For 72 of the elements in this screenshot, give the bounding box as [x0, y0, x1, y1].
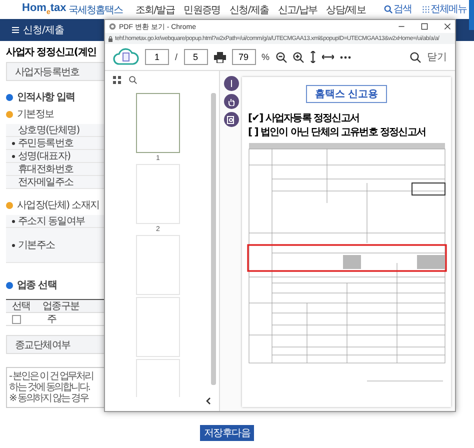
field-label: 종교단체여부	[15, 338, 70, 352]
page-zoom-icon	[227, 116, 235, 124]
menu-button[interactable]: 전체메뉴	[420, 4, 467, 14]
field-label: 주소지 동일여부	[18, 215, 85, 228]
subsection-dot-icon	[6, 202, 13, 208]
column-header: 선택	[12, 300, 30, 313]
collapse-icon[interactable]	[206, 397, 211, 405]
subsection-dot-icon	[6, 110, 13, 118]
field-label: 휴대전화번호	[18, 163, 74, 176]
nav-item[interactable]: 신고/납부	[278, 2, 318, 16]
checkbox[interactable]	[12, 314, 21, 324]
form-title: [ ] 법인이 아닌 단체의 고유번호 정정신고서	[247, 126, 426, 139]
nav-item[interactable]: 신청/제출	[229, 2, 269, 16]
save-next-button[interactable]: 저장후다음	[200, 425, 254, 441]
page-input[interactable]: 1	[145, 49, 169, 65]
hand-tool-button[interactable]	[224, 94, 238, 109]
print-icon[interactable]	[214, 52, 226, 62]
fit-height-icon[interactable]	[310, 51, 316, 63]
lock-icon	[108, 36, 113, 42]
zoom-input[interactable]: 79	[232, 49, 256, 65]
field-label: 전자메일주소	[18, 176, 74, 189]
stamp-label: 홈택스 신고용	[306, 85, 388, 103]
subsection-title: 사업장(단체) 소재지	[17, 199, 100, 212]
menu-icon[interactable]	[12, 27, 19, 33]
notice-text: - 본인은 이 건 업무처리	[9, 371, 93, 382]
search-button[interactable]: 검색	[384, 4, 412, 14]
close-icon[interactable]	[444, 23, 451, 30]
section-title: 업종 선택	[17, 279, 56, 292]
form-title: [✔] 사업자등록 정정신고서	[247, 112, 359, 125]
cloud-logo-icon	[113, 48, 139, 66]
nav-item[interactable]: 민원증명	[184, 2, 220, 16]
page-total: 5	[184, 49, 208, 65]
scrollbar[interactable]	[211, 93, 216, 385]
search-icon	[384, 5, 393, 14]
section-dot-icon	[6, 282, 13, 288]
browser-icon	[109, 23, 116, 30]
maximize-icon[interactable]	[421, 23, 428, 30]
nav-item[interactable]: 상담/제보	[326, 2, 366, 16]
fit-width-icon[interactable]	[322, 54, 334, 60]
field-label: 성명(대표자)	[18, 150, 70, 163]
cursor-icon	[228, 80, 234, 87]
hand-icon	[228, 98, 234, 106]
page-title: 사업자 정정신고(계인	[6, 46, 96, 59]
notice-text: 하는 것에 동의합니다.	[9, 382, 90, 393]
field-label: 기본주소	[18, 239, 55, 252]
zoom-out-icon[interactable]	[276, 52, 287, 62]
page-thumbnail[interactable]	[136, 93, 180, 153]
page-separator: /	[175, 52, 178, 62]
column-header: 업종구분	[42, 300, 80, 313]
search-icon[interactable]	[129, 76, 137, 84]
search-icon[interactable]	[410, 52, 421, 62]
close-link[interactable]: 닫기	[427, 50, 447, 64]
grid-icon	[420, 5, 430, 14]
pointer-tool-button[interactable]	[224, 76, 238, 91]
subsection-title: 기본정보	[17, 108, 54, 121]
zoom-tool-button[interactable]	[224, 112, 238, 127]
field-label: 사업자등록번호	[15, 66, 80, 78]
section-dot-icon	[6, 94, 13, 100]
section-title: 인적사항 입력	[17, 91, 75, 104]
notice-text: ※ 동의하지 않는 경우	[9, 393, 88, 404]
zoom-unit: %	[262, 52, 270, 62]
minimize-icon[interactable]	[398, 23, 405, 30]
side-strip	[469, 0, 474, 30]
zoom-in-icon[interactable]	[292, 52, 304, 62]
field-label: 주민등록번호	[18, 137, 74, 150]
menu-label[interactable]: 신청/제출	[23, 23, 64, 37]
more-icon[interactable]	[340, 56, 351, 58]
nav-item[interactable]: 조회/발급	[135, 2, 175, 16]
thumbnails-icon[interactable]	[113, 76, 121, 84]
table-cell-text: 주	[47, 313, 56, 326]
hometax-logo[interactable]: Hom$_{e}$tax 국세청홈택스	[22, 2, 122, 17]
field-label: 상호명(단체명)	[18, 124, 80, 137]
